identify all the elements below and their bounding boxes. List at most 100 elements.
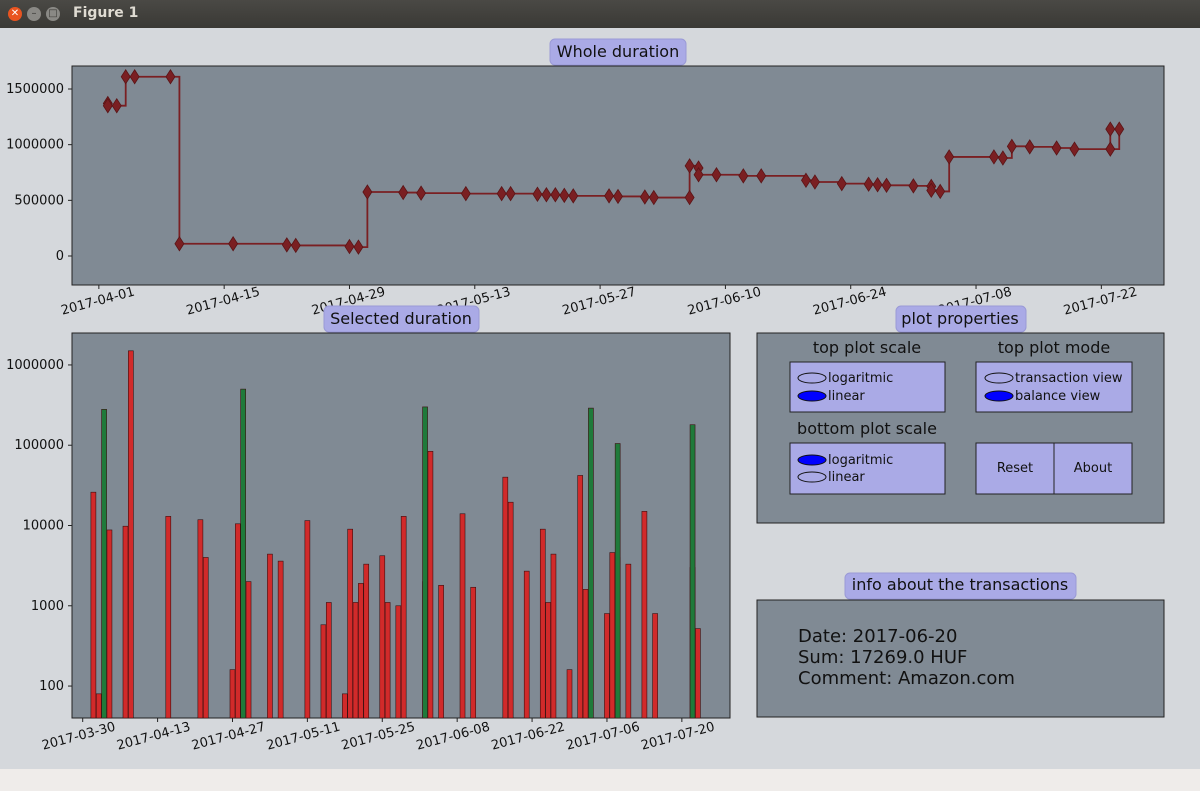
bottom-xtick-label: 2017-05-25: [340, 720, 417, 754]
top-chart-axes: [71, 65, 1165, 286]
info-title: info about the transactions: [852, 575, 1068, 594]
expense-bar[interactable]: [320, 624, 327, 719]
income-bar[interactable]: [689, 424, 696, 719]
expense-bar[interactable]: [395, 605, 402, 719]
expense-bar[interactable]: [523, 570, 530, 719]
bottom-plot-scale-radio-group: [789, 442, 946, 495]
expense-bar[interactable]: [604, 613, 610, 719]
expense-bar[interactable]: [652, 613, 658, 719]
bottom-xtick-label: 2017-03-30: [40, 720, 117, 754]
expense-bar[interactable]: [507, 501, 514, 719]
top-xtick-label: 2017-06-10: [686, 285, 763, 319]
expense-bar[interactable]: [352, 602, 359, 719]
expense-bar[interactable]: [400, 516, 407, 719]
bottom-xtick-label: 2017-04-27: [190, 720, 267, 754]
about-button[interactable]: About: [1053, 442, 1133, 495]
bottom-scale-linear-label: linear: [828, 470, 865, 485]
expense-bar[interactable]: [539, 528, 546, 719]
bottom-xtick-label: 2017-04-13: [115, 720, 192, 754]
expense-bar[interactable]: [545, 602, 551, 719]
top-plot-mode-radio-group: [975, 361, 1133, 413]
expense-bar[interactable]: [347, 528, 353, 719]
expense-bar[interactable]: [363, 563, 370, 719]
income-bar[interactable]: [614, 443, 621, 719]
top-mode-transaction-label: transaction view: [1015, 371, 1123, 386]
bottom-plot-scale-label: bottom plot scale: [797, 419, 937, 438]
income-bar[interactable]: [101, 409, 107, 719]
top-ytick-label: 0: [56, 249, 64, 264]
top-mode-balance-radio[interactable]: [984, 390, 1014, 402]
expense-bar[interactable]: [459, 513, 466, 719]
top-xtick-label: 2017-06-24: [811, 285, 888, 319]
expense-bar[interactable]: [641, 511, 648, 719]
top-mode-balance-label: balance view: [1015, 389, 1101, 404]
expense-bar[interactable]: [325, 602, 332, 719]
expense-bar[interactable]: [342, 693, 348, 719]
expense-bar[interactable]: [625, 563, 632, 719]
expense-bar[interactable]: [566, 669, 573, 719]
top-scale-linear-label: linear: [828, 389, 865, 404]
info-comment: Comment: Amazon.com: [798, 668, 1015, 689]
expense-bar[interactable]: [95, 693, 102, 719]
figure-canvas: Whole duration 0 500000 1000000 1500000 201…: [6, 38, 1165, 754]
top-scale-logaritmic-label: logaritmic: [828, 371, 893, 386]
income-bar[interactable]: [588, 407, 594, 719]
top-plot-scale-label: top plot scale: [813, 338, 921, 357]
expense-bar[interactable]: [470, 586, 477, 719]
expense-bar[interactable]: [106, 529, 113, 719]
bottom-ytick-label: 100: [39, 679, 64, 694]
expense-bar[interactable]: [267, 553, 273, 719]
bottom-ytick-label: 1000: [31, 599, 64, 614]
expense-bar[interactable]: [384, 602, 391, 719]
bottom-ytick-label: 1000000: [6, 358, 64, 373]
expense-bar[interactable]: [165, 516, 172, 719]
expense-bar[interactable]: [358, 583, 364, 719]
expense-bar[interactable]: [502, 476, 509, 719]
top-chart-title: Whole duration: [557, 42, 679, 61]
plot-properties-panel: plot properties top plot scale logaritmi…: [756, 305, 1165, 524]
reset-button-label: Reset: [997, 461, 1033, 476]
expense-bar[interactable]: [245, 581, 252, 719]
top-ytick-label: 1000000: [6, 138, 64, 153]
top-plot-mode-label: top plot mode: [998, 338, 1110, 357]
expense-bar[interactable]: [582, 589, 589, 719]
top-scale-linear-radio[interactable]: [797, 390, 827, 402]
bottom-chart-title: Selected duration: [330, 309, 472, 328]
plot-properties-title: plot properties: [901, 309, 1018, 328]
bottom-xtick-label: 2017-06-08: [415, 720, 492, 754]
income-bar[interactable]: [422, 406, 428, 719]
expense-bar[interactable]: [609, 552, 616, 719]
bottom-xtick-label: 2017-06-22: [490, 720, 567, 754]
reset-button[interactable]: Reset: [975, 442, 1055, 495]
expense-bar[interactable]: [695, 628, 701, 719]
expense-bar[interactable]: [122, 525, 129, 719]
expense-bar[interactable]: [550, 553, 557, 719]
expense-bar[interactable]: [128, 350, 134, 719]
info-panel: info about the transactions Date: 2017-0…: [756, 572, 1165, 718]
about-button-label: About: [1074, 461, 1112, 476]
expense-bar[interactable]: [577, 475, 584, 719]
top-plot-scale-radio-group: [789, 361, 946, 413]
bottom-ytick-label: 10000: [23, 519, 64, 534]
income-bar[interactable]: [240, 388, 246, 719]
expense-bar[interactable]: [427, 451, 434, 719]
expense-bar[interactable]: [304, 520, 311, 719]
top-chart: Whole duration 0 500000 1000000 1500000 201…: [6, 38, 1165, 319]
top-xtick-label: 2017-05-27: [561, 285, 638, 319]
expense-bar[interactable]: [202, 557, 209, 719]
expense-bar[interactable]: [438, 584, 444, 719]
bottom-xtick-label: 2017-07-06: [565, 720, 642, 754]
expense-bar[interactable]: [379, 555, 386, 719]
bottom-scale-logaritmic-label: logaritmic: [828, 453, 893, 468]
expense-bar[interactable]: [90, 491, 97, 719]
top-ytick-label: 500000: [14, 193, 64, 208]
bottom-scale-logaritmic-radio[interactable]: [797, 454, 827, 466]
bottom-xtick-label: 2017-07-20: [640, 720, 717, 754]
expense-bar[interactable]: [235, 523, 241, 719]
bottom-ytick-label: 100000: [14, 438, 64, 453]
info-date: Date: 2017-06-20: [798, 626, 957, 647]
expense-bar[interactable]: [197, 519, 204, 719]
expense-bar[interactable]: [277, 560, 284, 719]
expense-bar[interactable]: [229, 669, 236, 719]
info-sum: Sum: 17269.0 HUF: [798, 647, 967, 668]
